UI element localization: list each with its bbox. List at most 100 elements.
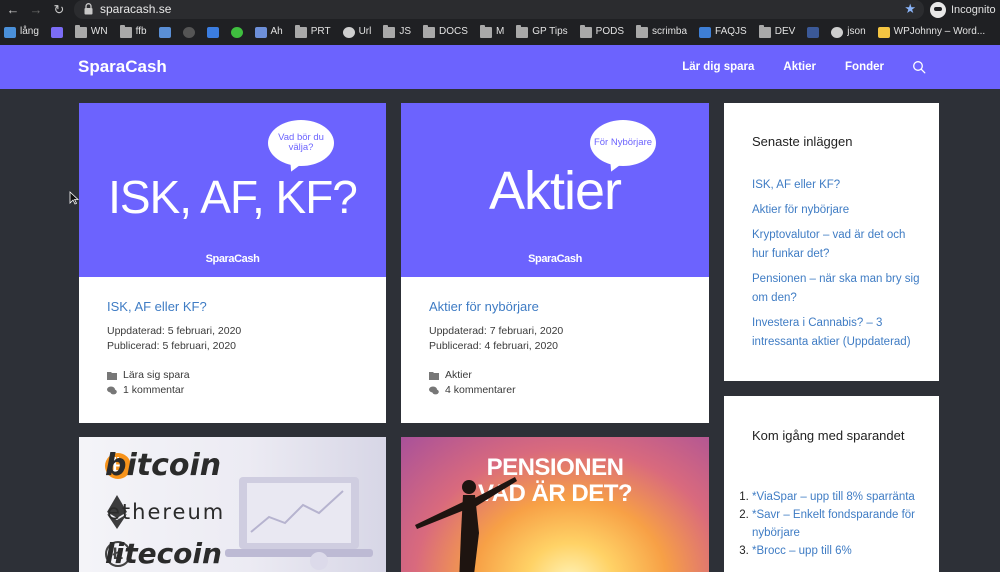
- bookmark-item[interactable]: scrimba: [636, 24, 688, 38]
- list-item: *Savr – Enkelt fondsparande för nybörjar…: [752, 506, 921, 542]
- address-row: ← → ↻ sparacash.se ★ Incognito: [0, 0, 1000, 20]
- comments-icon: [107, 386, 117, 395]
- lock-icon: [84, 3, 93, 15]
- post-card: ₿ bitcoin ethereum Ł litecoin: [79, 437, 386, 572]
- nav-item-aktier[interactable]: Aktier: [783, 61, 816, 73]
- incognito-icon: [930, 2, 946, 18]
- post-updated: Uppdaterad: 7 februari, 2020: [429, 325, 564, 337]
- bookmark-item[interactable]: PODS: [579, 24, 625, 38]
- recent-post-link[interactable]: ISK, AF eller KF?: [752, 179, 840, 191]
- litecoin-word: litecoin: [105, 537, 222, 570]
- app-icon: [50, 26, 63, 38]
- site-logo[interactable]: SparaCash: [78, 56, 167, 78]
- wp-johnny-icon: [877, 26, 890, 38]
- recent-post-link[interactable]: Pensionen – när ska man bry sig om den?: [752, 273, 919, 304]
- get-started-widget: Kom igång med sparandet *ViaSpar – upp t…: [724, 396, 939, 572]
- bookmark-item[interactable]: json: [831, 26, 866, 38]
- comments-icon: [429, 386, 439, 395]
- post-category: Lära sig spara: [107, 368, 370, 383]
- bookmark-item[interactable]: ffb: [119, 24, 147, 38]
- post-card: Vad bör du välja? ISK, AF, KF? SparaCash…: [79, 103, 386, 423]
- post-thumbnail[interactable]: Vad bör du välja? ISK, AF, KF? SparaCash: [79, 103, 386, 277]
- post-thumbnail[interactable]: PENSIONEN VAD ÄR DET?: [401, 437, 709, 572]
- folder-icon: [579, 24, 592, 38]
- bookmark-item[interactable]: [158, 26, 171, 38]
- bookmark-item[interactable]: DEV: [758, 24, 795, 38]
- recent-post-link[interactable]: Investera i Cannabis? – 3 intressanta ak…: [752, 317, 911, 348]
- bookmark-label: Ah: [270, 26, 283, 37]
- bookmark-item[interactable]: [230, 26, 243, 38]
- nav-item-lar-dig-spara[interactable]: Lär dig spara: [682, 61, 754, 73]
- post-published: Publicerad: 4 februari, 2020: [429, 340, 558, 352]
- post-card: PENSIONEN VAD ÄR DET?: [401, 437, 709, 572]
- site-header: SparaCash Lär dig spara Aktier Fonder: [0, 45, 1000, 89]
- bookmark-item[interactable]: [807, 26, 820, 38]
- profile-label: Incognito: [951, 4, 996, 16]
- bookmark-label: PRT: [310, 26, 331, 37]
- bookmark-item[interactable]: lång: [4, 26, 39, 38]
- url-text[interactable]: sparacash.se: [100, 2, 171, 17]
- folder-icon: [479, 24, 492, 38]
- bookmark-label: PODS: [595, 26, 625, 37]
- incognito-profile[interactable]: Incognito: [930, 1, 996, 19]
- post-title[interactable]: ISK, AF eller KF?: [107, 299, 370, 315]
- post-thumbnail[interactable]: ₿ bitcoin ethereum Ł litecoin: [79, 437, 386, 572]
- folder-icon: [636, 24, 649, 38]
- bookmark-star-icon[interactable]: ★: [904, 1, 916, 17]
- bookmark-item[interactable]: JS: [383, 24, 412, 38]
- recent-post-link[interactable]: Kryptovalutor – vad är det och hur funka…: [752, 229, 905, 260]
- hand-icon: [254, 26, 267, 38]
- thumbnail-brand: SparaCash: [205, 253, 260, 265]
- list-item: Pensionen – när ska man bry sig om den?: [752, 269, 921, 307]
- mouse-cursor-icon: [69, 191, 79, 205]
- offer-link[interactable]: *Brocc – upp till 6%: [752, 545, 852, 557]
- bookmark-item[interactable]: PRT: [294, 24, 331, 38]
- bitcoin-logo: ₿ bitcoin: [105, 449, 221, 483]
- bookmark-item[interactable]: M: [479, 24, 505, 38]
- back-icon[interactable]: ←: [4, 1, 22, 19]
- reload-icon[interactable]: ↻: [50, 1, 68, 19]
- bookmark-item[interactable]: WPJohnny – Word...: [877, 26, 985, 38]
- globe-icon: [342, 26, 355, 38]
- bookmark-item[interactable]: FAQJS: [699, 26, 747, 38]
- list-item: Kryptovalutor – vad är det och hur funka…: [752, 225, 921, 263]
- category-link[interactable]: Lära sig spara: [123, 368, 190, 383]
- comments-link[interactable]: 1 kommentar: [123, 383, 184, 398]
- search-icon[interactable]: [912, 60, 926, 74]
- bookmark-label: lång: [20, 26, 39, 37]
- bookmark-item[interactable]: [182, 26, 195, 38]
- offer-link[interactable]: *ViaSpar – upp till 8% sparränta: [752, 491, 915, 503]
- list-item: Aktier för nybörjare: [752, 200, 921, 219]
- comments-link[interactable]: 4 kommentarer: [445, 383, 516, 398]
- browser-chrome: ← → ↻ sparacash.se ★ Incognito lång WN ffb…: [0, 0, 1000, 45]
- post-body: ISK, AF eller KF? Uppdaterad: 5 februari…: [107, 299, 370, 398]
- post-thumbnail[interactable]: För Nybörjare Aktier SparaCash: [401, 103, 709, 277]
- folder-icon: [383, 24, 396, 38]
- bookmark-item[interactable]: WN: [74, 24, 108, 38]
- bookmark-item[interactable]: GP Tips: [516, 24, 568, 38]
- bookmark-label: scrimba: [652, 26, 688, 37]
- bookmark-item[interactable]: DOCS: [423, 24, 468, 38]
- forward-icon[interactable]: →: [27, 1, 45, 19]
- offer-link[interactable]: *Savr – Enkelt fondsparande för nybörjar…: [752, 509, 915, 539]
- person-silhouette: [415, 477, 517, 572]
- bookmark-label: M: [495, 26, 505, 37]
- recent-post-link[interactable]: Aktier för nybörjare: [752, 204, 849, 216]
- bookmark-item[interactable]: Url: [342, 26, 371, 38]
- nav-item-fonder[interactable]: Fonder: [845, 61, 884, 73]
- list-item: Investera i Cannabis? – 3 intressanta ak…: [752, 313, 921, 351]
- category-link[interactable]: Aktier: [445, 368, 472, 383]
- main-nav: Lär dig spara Aktier Fonder: [653, 45, 1000, 89]
- bookmark-label: DOCS: [439, 26, 468, 37]
- bookmark-label: FAQJS: [715, 26, 747, 37]
- bitcoin-word: bitcoin: [105, 448, 222, 483]
- address-bar[interactable]: sparacash.se ★: [74, 0, 924, 19]
- green-app-icon: [230, 26, 243, 38]
- bookmark-item[interactable]: [206, 26, 219, 38]
- speech-bubble: För Nybörjare: [590, 120, 656, 166]
- bookmark-item[interactable]: Ah: [254, 26, 283, 38]
- ethereum-logo: ethereum: [107, 495, 223, 529]
- bookmark-item[interactable]: [50, 26, 63, 38]
- bookmark-label: JS: [399, 26, 412, 37]
- post-title[interactable]: Aktier för nybörjare: [429, 299, 693, 315]
